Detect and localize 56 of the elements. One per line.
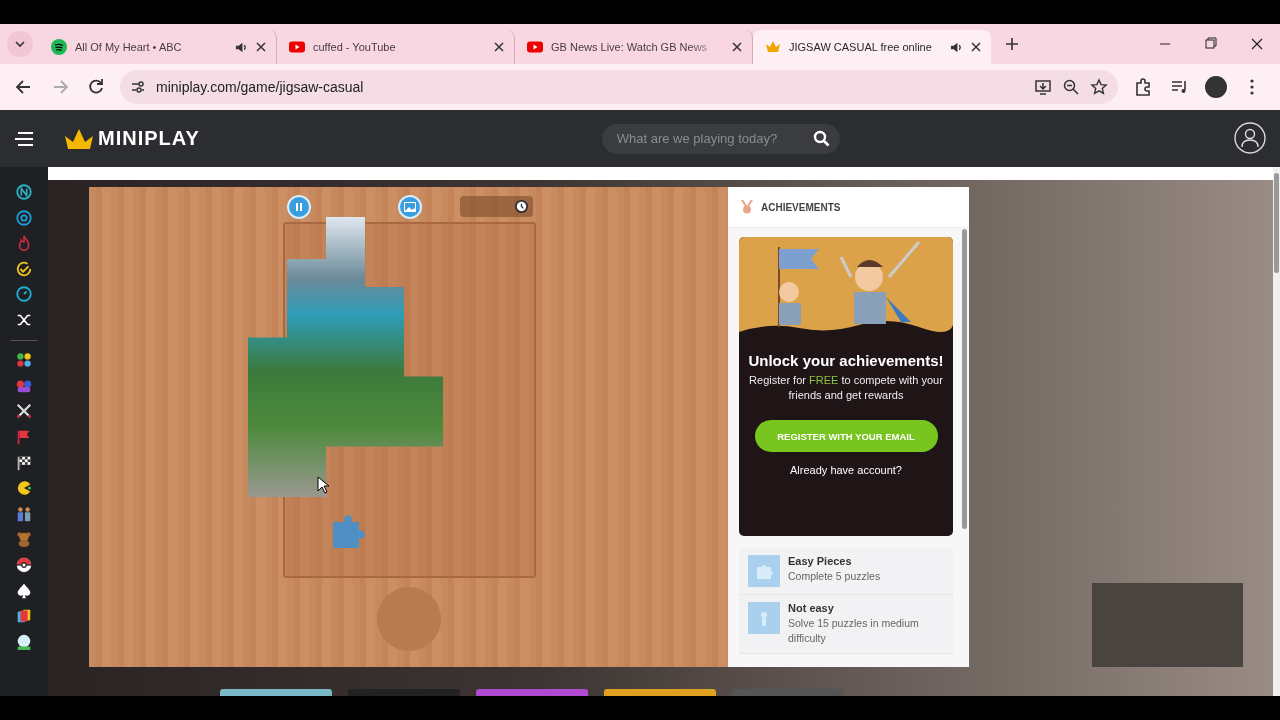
achievement-title: Easy Pieces — [788, 555, 853, 567]
clock-icon[interactable] — [15, 285, 33, 304]
close-icon[interactable] — [494, 42, 504, 52]
game-thumbnail[interactable] — [476, 689, 588, 696]
panel-heading: ACHIEVEMENTS — [761, 201, 841, 213]
spade-icon[interactable] — [15, 581, 33, 600]
caret-icon — [15, 39, 25, 49]
game-thumbnail[interactable] — [220, 689, 332, 696]
crown-icon — [765, 39, 781, 55]
puzzle-piece-icon — [748, 555, 780, 587]
globe-icon[interactable] — [15, 632, 33, 651]
youtube-icon — [527, 39, 543, 55]
game-thumbnail[interactable] — [732, 689, 844, 696]
menu-icon[interactable] — [14, 130, 34, 147]
close-icon[interactable] — [971, 42, 981, 52]
game-thumbnail[interactable] — [348, 689, 460, 696]
install-icon[interactable] — [1034, 78, 1052, 96]
user-icon[interactable] — [1234, 122, 1266, 154]
close-icon[interactable] — [732, 42, 742, 52]
medal-icon — [741, 200, 753, 214]
tab-search-button[interactable] — [7, 31, 33, 57]
crossed-swords-icon[interactable] — [15, 402, 33, 421]
two-figures-icon[interactable] — [15, 504, 33, 523]
card-title: Unlock your achievements! — [748, 352, 944, 369]
colored-dots-icon[interactable] — [15, 351, 33, 370]
login-link[interactable]: Already have account? — [790, 464, 902, 476]
badge-icon[interactable] — [15, 183, 33, 201]
teddy-bear-icon[interactable] — [15, 530, 33, 549]
pause-button[interactable] — [287, 195, 311, 219]
image-icon — [404, 202, 416, 212]
new-tab-icon[interactable] — [1005, 37, 1019, 51]
site-logo[interactable]: MINIPLAY — [98, 127, 200, 150]
browser-tab[interactable]: JIGSAW CASUAL free online — [753, 30, 991, 64]
pause-icon — [294, 202, 304, 212]
check-circle-icon[interactable] — [15, 259, 33, 278]
achievement-description: Solve 15 puzzles in medium difficulty — [788, 616, 920, 646]
youtube-icon — [289, 39, 305, 55]
cursor-icon — [317, 476, 329, 494]
search-field[interactable]: What are we playing today? — [601, 123, 840, 154]
clock-icon — [514, 199, 529, 214]
achievement-title: Not easy — [788, 602, 835, 614]
profile-avatar[interactable] — [1205, 76, 1227, 98]
pacman-icon[interactable] — [15, 479, 33, 498]
site-settings-icon[interactable] — [130, 79, 146, 95]
zoom-icon[interactable] — [1062, 78, 1080, 96]
address-bar[interactable]: miniplay.com/game/jigsaw-casual — [120, 70, 1118, 104]
search-icon[interactable] — [812, 130, 830, 147]
game-thumbnail[interactable] — [604, 689, 716, 696]
spotify-icon — [51, 39, 67, 55]
image-button[interactable] — [398, 195, 422, 219]
ball-icon[interactable] — [15, 555, 33, 574]
crown-icon — [64, 127, 94, 150]
close-icon[interactable] — [256, 42, 266, 52]
card-text: Register for FREE to compete with your friends and get rewards — [748, 373, 944, 403]
star-icon[interactable] — [1090, 78, 1108, 96]
achievement-description: Complete 5 puzzles — [788, 569, 881, 584]
